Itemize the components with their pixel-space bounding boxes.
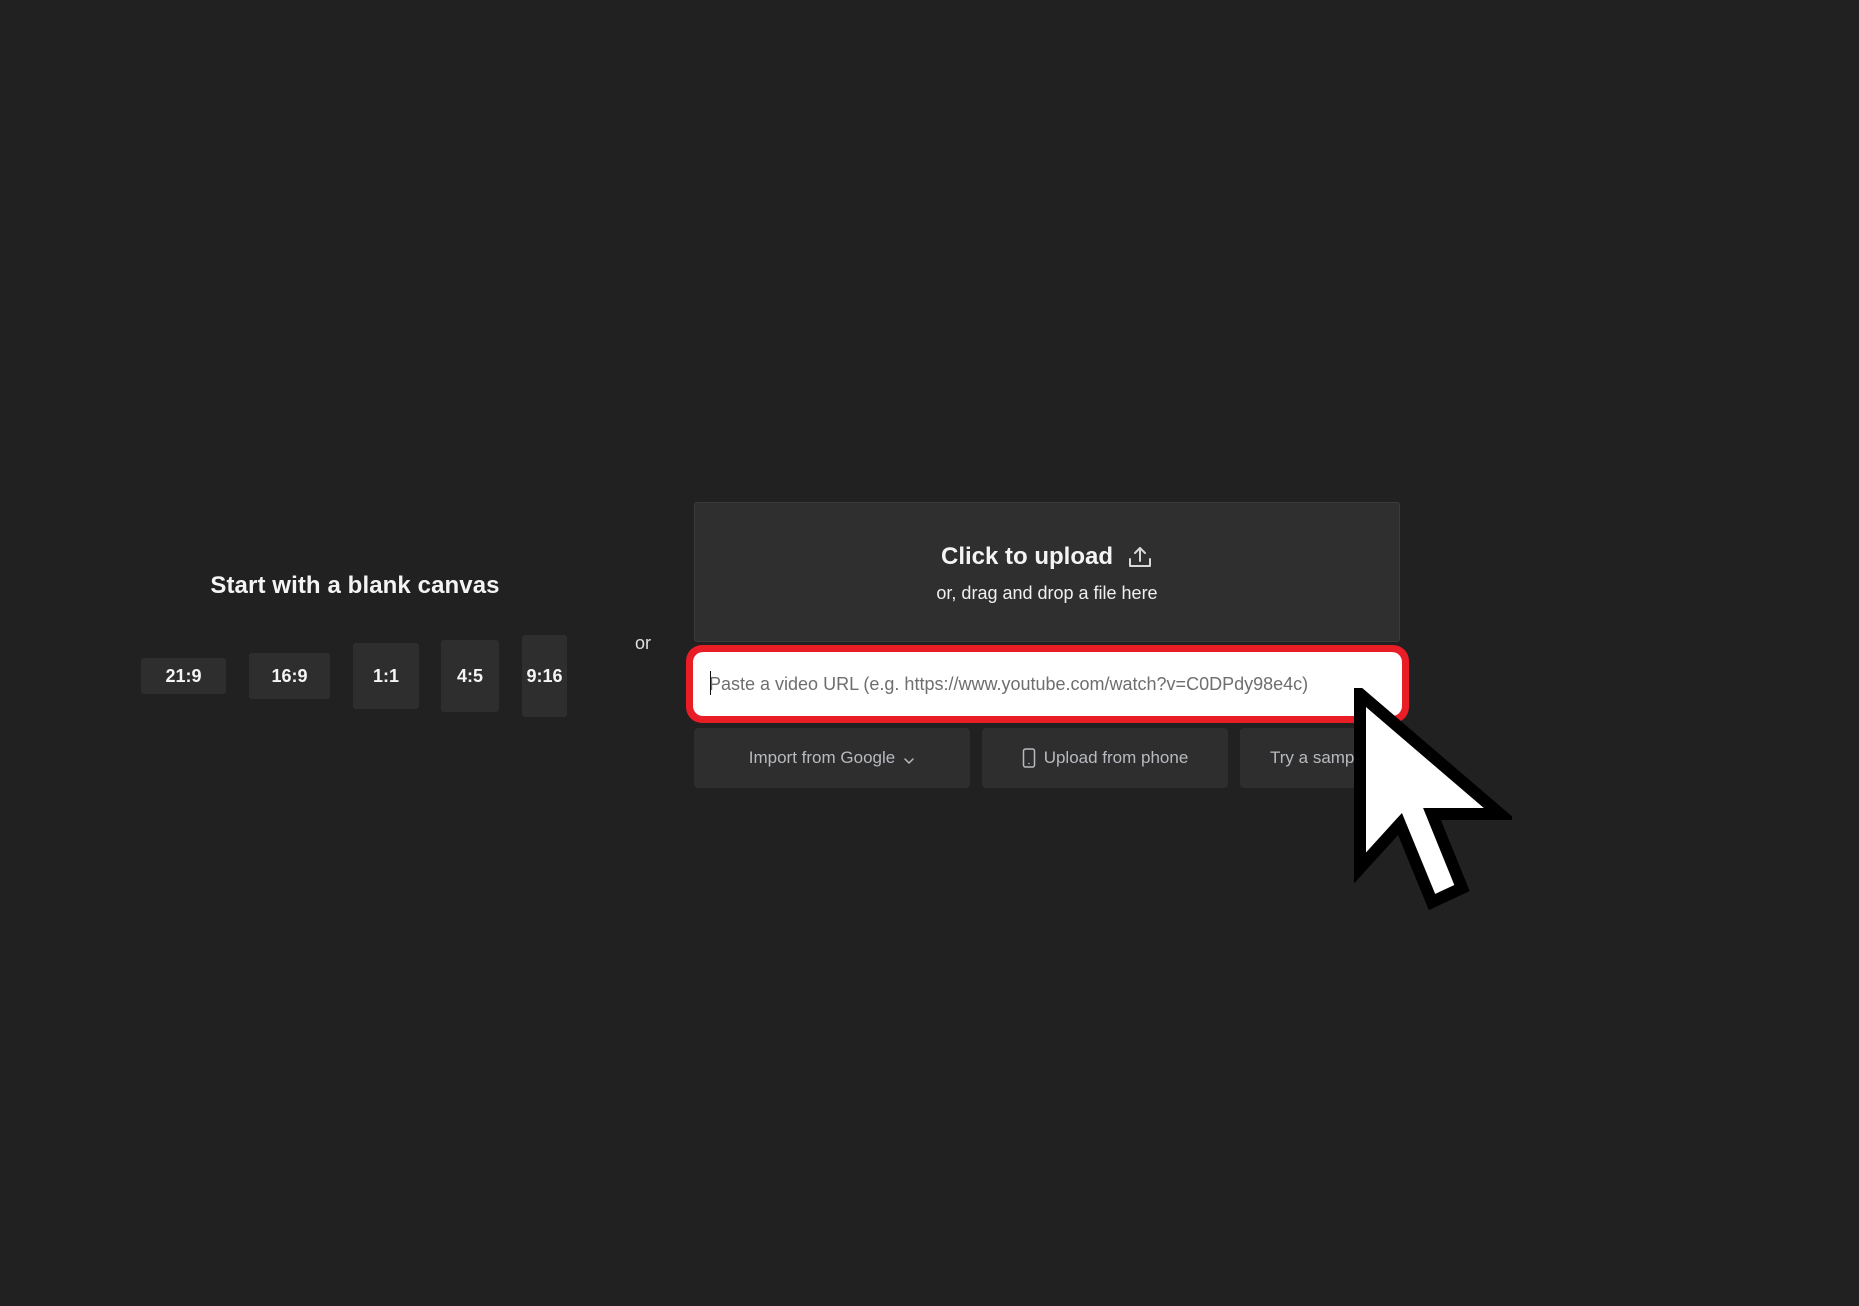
url-input-highlight [686,645,1409,723]
upload-title: Click to upload [940,543,1113,570]
ratio-21-9-button[interactable]: 21:9 [141,658,226,694]
try-a-sample-button[interactable]: Try a sample [1240,728,1402,788]
import-from-google-label: Import from Google [748,748,896,767]
try-a-sample-label: Try a sample [1270,748,1368,767]
ratio-1-1-button[interactable]: 1:1 [353,643,419,709]
upload-dropzone[interactable]: Click to upload or, drag and drop a file… [694,502,1400,642]
or-separator: or [634,633,651,653]
blank-canvas-title: Start with a blank canvas [210,572,500,599]
upload-icon [1127,544,1153,570]
upload-from-phone-label: Upload from phone [1043,748,1189,767]
ratio-4-5-button[interactable]: 4:5 [441,640,499,712]
ratio-9-16-button[interactable]: 9:16 [522,635,567,717]
upload-from-phone-button[interactable]: Upload from phone [982,728,1228,788]
import-from-google-button[interactable]: Import from Google [694,728,970,788]
ratio-16-9-button[interactable]: 16:9 [249,653,330,699]
phone-icon [1022,748,1036,768]
chevron-down-icon [903,752,915,764]
page: Start with a blank canvas 21:9 16:9 1:1 … [0,0,1859,1306]
upload-title-row: Click to upload [695,543,1399,571]
text-caret [710,671,711,695]
upload-subtitle: or, drag and drop a file here [936,583,1158,603]
video-url-input[interactable] [693,652,1402,716]
